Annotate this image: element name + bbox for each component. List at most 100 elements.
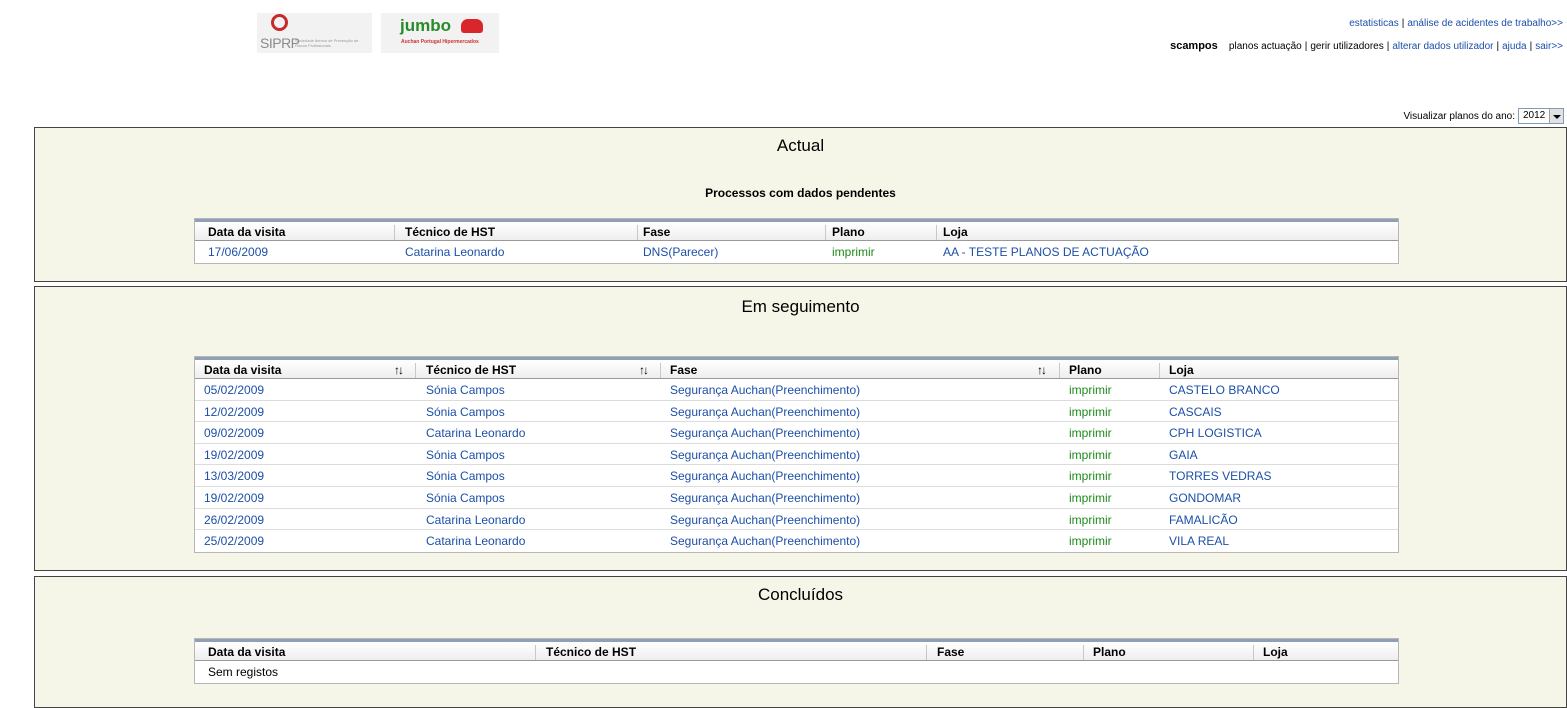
year-selector: Visualizar planos do ano: 2012 [1403, 108, 1564, 124]
cell-plano-imprimir[interactable]: imprimir [1069, 448, 1112, 462]
table-row-empty: Sem registos [195, 661, 1398, 683]
section-title: Concluídos [757, 585, 844, 604]
siprp-logo-subtext: Sociedade Ibérica de Prevenção de Riscos… [295, 38, 359, 48]
table-row: 05/02/2009 Sónia Campos Segurança Auchan(P… [195, 379, 1398, 401]
chevron-down-icon[interactable] [1549, 109, 1563, 123]
nav-gerir-utilizadores[interactable]: gerir utilizadores [1310, 41, 1383, 52]
main-nav: scampos planos actuação | gerir utilizador… [1170, 40, 1563, 52]
cell-plano-imprimir[interactable]: imprimir [1069, 534, 1112, 548]
table-row: 19/02/2009 Sónia Campos Segurança Auchan(P… [195, 444, 1398, 466]
col-fase[interactable]: Fase [670, 363, 697, 377]
cell-plano-imprimir[interactable]: imprimir [1069, 383, 1112, 397]
cell-data[interactable]: 26/02/2009 [204, 513, 264, 527]
section-subtitle: Processos com dados pendentes [705, 186, 896, 200]
col-fase[interactable]: Fase [643, 225, 670, 239]
cell-data[interactable]: 09/02/2009 [204, 426, 264, 440]
cell-plano-imprimir[interactable]: imprimir [1069, 405, 1112, 419]
empty-message: Sem registos [208, 665, 279, 679]
year-selector-label: Visualizar planos do ano: [1403, 110, 1515, 122]
cell-tecnico[interactable]: Sónia Campos [426, 491, 505, 505]
cell-loja[interactable]: GONDOMAR [1169, 491, 1241, 505]
cell-plano-imprimir[interactable]: imprimir [1069, 513, 1112, 527]
col-data-visita[interactable]: Data da visita [204, 363, 281, 377]
siprp-logo-text: SIPRP [260, 35, 300, 51]
col-loja[interactable]: Loja [943, 225, 968, 239]
year-select[interactable]: 2012 [1518, 108, 1564, 124]
col-plano[interactable]: Plano [832, 225, 865, 239]
estatisticas-link[interactable]: estatisticas [1349, 18, 1398, 29]
concluidos-table: Data da visita Técnico de HST Fase Plano… [194, 638, 1399, 684]
cell-fase[interactable]: Segurança Auchan(Preenchimento) [670, 469, 860, 483]
col-tecnico[interactable]: Técnico de HST [546, 645, 636, 659]
cell-data[interactable]: 13/03/2009 [204, 469, 264, 483]
table-header: Data da visita ↑↓ Técnico de HST ↑↓ Fase… [195, 357, 1398, 379]
col-data-visita[interactable]: Data da visita [208, 645, 285, 659]
cell-loja[interactable]: CASTELO BRANCO [1169, 383, 1280, 397]
col-data-visita[interactable]: Data da visita [208, 225, 285, 239]
cell-loja[interactable]: VILA REAL [1169, 534, 1229, 548]
table-row: 26/02/2009 Catarina Leonardo Segurança Auc… [195, 509, 1398, 531]
cell-loja[interactable]: AA - TESTE PLANOS DE ACTUAÇÃO [943, 245, 1149, 259]
cell-data[interactable]: 25/02/2009 [204, 534, 264, 548]
cell-data[interactable]: 19/02/2009 [204, 448, 264, 462]
siprp-logo: SIPRP Sociedade Ibérica de Prevenção de … [257, 13, 372, 53]
cell-fase[interactable]: Segurança Auchan(Preenchimento) [670, 448, 860, 462]
cell-plano-imprimir[interactable]: imprimir [832, 245, 875, 259]
cell-tecnico[interactable]: Sónia Campos [426, 448, 505, 462]
cell-tecnico[interactable]: Catarina Leonardo [426, 426, 525, 440]
cell-fase[interactable]: Segurança Auchan(Preenchimento) [670, 405, 860, 419]
nav-planos-actuacao[interactable]: planos actuação [1229, 41, 1302, 52]
col-fase[interactable]: Fase [937, 645, 964, 659]
cell-loja[interactable]: CPH LOGISTICA [1169, 426, 1262, 440]
cell-fase[interactable]: Segurança Auchan(Preenchimento) [670, 491, 860, 505]
table-header: Data da visita Técnico de HST Fase Plano… [195, 219, 1398, 241]
cell-tecnico[interactable]: Sónia Campos [426, 383, 505, 397]
cell-tecnico[interactable]: Catarina Leonardo [426, 513, 525, 527]
nav-current-user: scampos [1170, 40, 1218, 52]
nav-alterar-dados[interactable]: alterar dados utilizador [1392, 41, 1493, 52]
cell-data[interactable]: 05/02/2009 [204, 383, 264, 397]
table-row: 09/02/2009 Catarina Leonardo Segurança Auc… [195, 422, 1398, 444]
cell-plano-imprimir[interactable]: imprimir [1069, 491, 1112, 505]
cell-fase[interactable]: Segurança Auchan(Preenchimento) [670, 513, 860, 527]
cell-plano-imprimir[interactable]: imprimir [1069, 426, 1112, 440]
table-row: 25/02/2009 Catarina Leonardo Segurança Auc… [195, 530, 1398, 552]
analise-acidentes-link[interactable]: análise de acidentes de trabalho>> [1407, 18, 1563, 29]
sort-tecnico-icon[interactable]: ↑↓ [639, 363, 649, 377]
col-loja[interactable]: Loja [1263, 645, 1288, 659]
section-actual: Actual Processos com dados pendentes Dat… [34, 127, 1567, 282]
cell-tecnico[interactable]: Sónia Campos [426, 469, 505, 483]
nav-ajuda[interactable]: ajuda [1502, 41, 1526, 52]
col-loja: Loja [1169, 363, 1194, 377]
cell-loja[interactable]: TORRES VEDRAS [1169, 469, 1271, 483]
sort-fase-icon[interactable]: ↑↓ [1037, 363, 1047, 377]
cell-loja[interactable]: GAIA [1169, 448, 1198, 462]
cell-tecnico[interactable]: Catarina Leonardo [426, 534, 525, 548]
cell-tecnico[interactable]: Catarina Leonardo [405, 245, 504, 259]
cell-data[interactable]: 12/02/2009 [204, 405, 264, 419]
cell-loja[interactable]: CASCAIS [1169, 405, 1222, 419]
col-tecnico[interactable]: Técnico de HST [426, 363, 516, 377]
cell-tecnico[interactable]: Sónia Campos [426, 405, 505, 419]
siprp-ring-icon [271, 14, 288, 31]
nav-sair[interactable]: sair>> [1535, 41, 1563, 52]
table-row: 13/03/2009 Sónia Campos Segurança Auchan(P… [195, 465, 1398, 487]
section-concluidos: Concluídos Data da visita Técnico de HST… [34, 576, 1567, 708]
cell-fase[interactable]: Segurança Auchan(Preenchimento) [670, 534, 860, 548]
cell-data[interactable]: 17/06/2009 [208, 245, 268, 259]
cell-plano-imprimir[interactable]: imprimir [1069, 469, 1112, 483]
table-header: Data da visita Técnico de HST Fase Plano… [195, 639, 1398, 661]
cell-loja[interactable]: FAMALICÃO [1169, 513, 1238, 527]
jumbo-logo-subtext: Auchan Portugal Hipermercados [401, 39, 479, 45]
cell-data[interactable]: 19/02/2009 [204, 491, 264, 505]
col-tecnico[interactable]: Técnico de HST [405, 225, 495, 239]
section-title: Em seguimento [741, 297, 860, 316]
cell-fase[interactable]: Segurança Auchan(Preenchimento) [670, 383, 860, 397]
jumbo-logo-text: jumbo [400, 16, 451, 35]
col-plano[interactable]: Plano [1093, 645, 1126, 659]
year-select-value: 2012 [1523, 110, 1546, 121]
table-row: 12/02/2009 Sónia Campos Segurança Auchan(P… [195, 401, 1398, 423]
cell-fase[interactable]: DNS(Parecer) [643, 245, 718, 259]
cell-fase[interactable]: Segurança Auchan(Preenchimento) [670, 426, 860, 440]
sort-data-icon[interactable]: ↑↓ [394, 363, 404, 377]
